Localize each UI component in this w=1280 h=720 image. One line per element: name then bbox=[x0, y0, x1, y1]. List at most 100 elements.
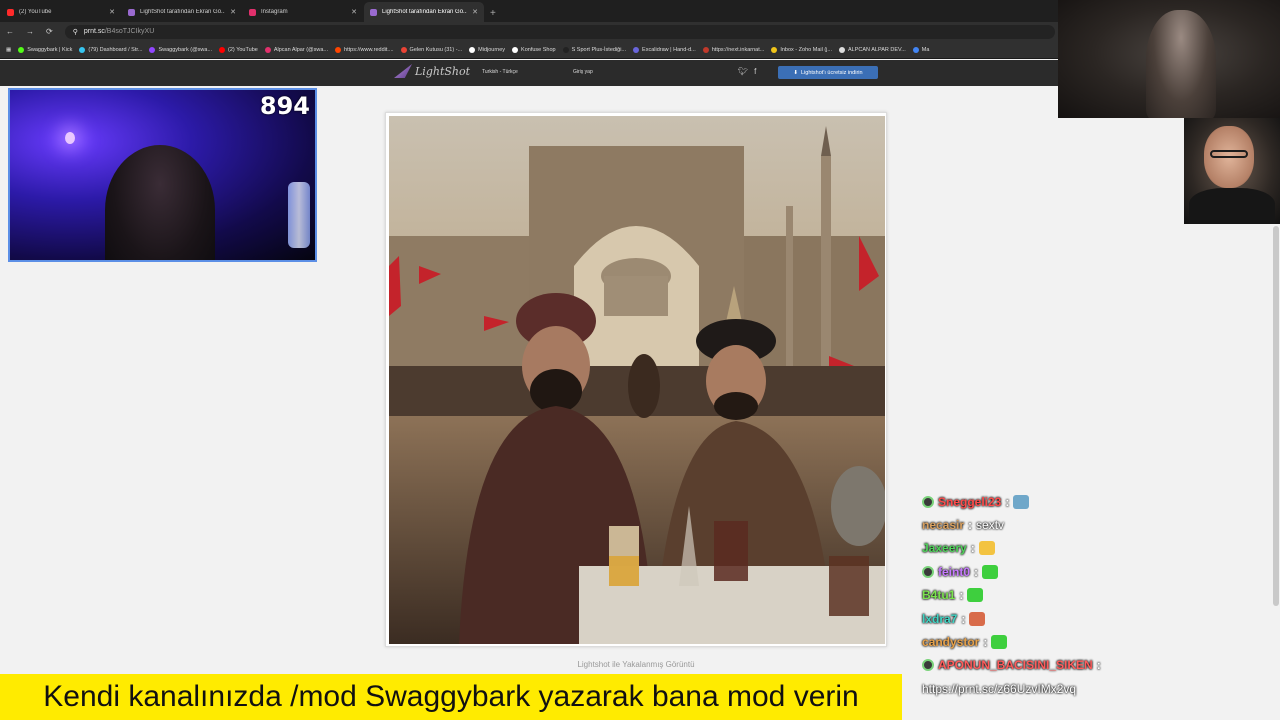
chat-emote-icon bbox=[1013, 494, 1030, 509]
chat-separator: : bbox=[970, 541, 975, 556]
tab-close-icon[interactable]: ✕ bbox=[230, 8, 236, 16]
browser-tab[interactable]: LightShot tarafından Ekran Gö... ✕ bbox=[122, 2, 242, 22]
bookmark-item[interactable]: https://next.inkarnat... bbox=[702, 46, 765, 53]
chat-emote-icon bbox=[978, 541, 995, 556]
chat-username: Jaxeery bbox=[922, 541, 967, 556]
chat-username: APONUN_BACISINI_SIKEN bbox=[938, 658, 1093, 673]
browser-tab[interactable]: LightShot tarafından Ekran Gö... ✕ bbox=[364, 2, 484, 22]
chat-separator: : bbox=[974, 564, 979, 579]
bookmark-item[interactable]: Excalidraw | Hand-d... bbox=[633, 46, 696, 53]
facecam-glasses bbox=[1210, 150, 1248, 158]
chat-message: Jaxeery: bbox=[922, 537, 1112, 560]
browser-tab[interactable]: (2) YouTube ✕ bbox=[1, 2, 121, 22]
bookmark-item[interactable]: Swaggybark (@swa... bbox=[149, 46, 213, 53]
chat-badge-icon bbox=[922, 659, 934, 672]
bookmark-favicon-icon bbox=[469, 46, 476, 53]
bookmark-label: Swaggybark (@swa... bbox=[158, 46, 213, 53]
bookmark-favicon-icon bbox=[400, 46, 407, 53]
chat-separator: : bbox=[983, 635, 988, 650]
chat-username: feint0 bbox=[938, 564, 971, 579]
streamer-figure bbox=[105, 145, 215, 260]
chat-message: necasir: sextv bbox=[922, 513, 1112, 536]
address-toolbar: ← → ⟳ ⚲ prnt.sc/B4soTJCIkyXU bbox=[0, 22, 1058, 41]
bookmark-item[interactable]: ALPCAN ALPAR DEV... bbox=[839, 46, 906, 53]
language-select[interactable]: Turkish - Türkçe bbox=[482, 69, 518, 75]
bookmark-label: Gelen Kutusu (31) -... bbox=[409, 46, 463, 53]
chat-separator: : bbox=[1096, 658, 1101, 673]
bookmark-favicon-icon bbox=[335, 46, 342, 53]
bookmark-item[interactable]: (79) Dashboard / Str... bbox=[79, 46, 143, 53]
bookmark-item[interactable]: (2) YouTube bbox=[219, 46, 258, 53]
chat-username: Sneggeli23 bbox=[938, 494, 1002, 509]
guest-webcam-top bbox=[1058, 0, 1280, 118]
chat-separator: : bbox=[961, 611, 966, 626]
bookmark-item[interactable]: Alpcan Alpar (@swa... bbox=[264, 46, 329, 53]
facecam-right bbox=[1184, 118, 1280, 224]
new-tab-icon[interactable]: + bbox=[490, 8, 496, 19]
bookmark-item[interactable]: Gelen Kutusu (31) -... bbox=[400, 46, 463, 53]
bookmark-item[interactable]: Midjourney bbox=[469, 46, 506, 53]
chat-message: APONUN_BACISINI_SIKEN: bbox=[922, 654, 1112, 677]
reload-icon[interactable]: ⟳ bbox=[46, 27, 53, 36]
chat-emote-icon bbox=[969, 611, 986, 626]
screenshot-image[interactable] bbox=[389, 116, 885, 644]
login-link[interactable]: Giriş yap bbox=[573, 69, 593, 75]
bookmark-label: Konfuse Shop bbox=[521, 46, 556, 53]
viewer-count: 894 bbox=[259, 92, 310, 120]
browser-tab-strip: (2) YouTube ✕ LightShot tarafından Ekran G… bbox=[0, 0, 1058, 22]
guest-figure bbox=[1146, 10, 1216, 118]
bookmark-favicon-icon bbox=[79, 46, 86, 53]
bookmark-label: ALPCAN ALPAR DEV... bbox=[848, 46, 906, 53]
tab-title: Instagram bbox=[261, 9, 288, 15]
chat-overlay: Sneggeli23: necasir: sextv Jaxeery: feint0: B… bbox=[922, 490, 1112, 701]
url-path: /B4soTJCIkyXU bbox=[104, 28, 155, 35]
chat-separator: : bbox=[1005, 494, 1010, 509]
bookmark-item[interactable]: Ma bbox=[912, 46, 929, 53]
bookmark-label: (79) Dashboard / Str... bbox=[88, 46, 143, 53]
tab-favicon-icon bbox=[249, 8, 256, 16]
bookmark-item[interactable]: Konfuse Shop bbox=[512, 46, 556, 53]
chat-text: https://prnt.sc/z66UzvIMx2vq bbox=[922, 681, 1077, 696]
address-bar[interactable]: ⚲ prnt.sc/B4soTJCIkyXU bbox=[64, 24, 1055, 39]
page-scrollbar-thumb[interactable] bbox=[1273, 226, 1279, 606]
bookmark-item[interactable]: Inbox - Zoho Mail (j... bbox=[771, 46, 832, 53]
bookmark-label: S Sport Plus-İstediği... bbox=[571, 46, 627, 53]
facebook-icon[interactable]: f bbox=[754, 67, 756, 76]
chat-message: candystor: bbox=[922, 630, 1112, 653]
tab-close-icon[interactable]: ✕ bbox=[472, 8, 478, 16]
bookmarks-bar: ▦ Swaggybark | Kick (79) Dashboard / Str.… bbox=[0, 41, 1058, 59]
bookmark-label: Alpcan Alpar (@swa... bbox=[273, 46, 329, 53]
mod-request-banner: Kendi kanalınızda /mod Swaggybark yazara… bbox=[0, 674, 902, 720]
lightshot-logo[interactable]: LightShot bbox=[394, 64, 470, 78]
site-info-icon[interactable]: ⚲ bbox=[73, 28, 78, 36]
bookmark-label: Inbox - Zoho Mail (j... bbox=[780, 46, 832, 53]
bookmark-item[interactable]: S Sport Plus-İstediği... bbox=[562, 46, 627, 53]
bookmark-item[interactable]: https://www.reddit.... bbox=[335, 46, 394, 53]
bookmark-label: https://next.inkarnat... bbox=[711, 46, 765, 53]
download-button[interactable]: ⬇ Lightshot'ı ücretsiz indirin bbox=[778, 66, 878, 79]
chat-username: necasir bbox=[922, 518, 965, 533]
chat-message: https://prnt.sc/z66UzvIMx2vq bbox=[922, 677, 1112, 700]
browser-tab[interactable]: Instagram ✕ bbox=[243, 2, 363, 22]
tab-title: LightShot tarafından Ekran Gö... bbox=[382, 9, 468, 15]
tab-favicon-icon bbox=[7, 8, 14, 16]
chat-separator: : bbox=[959, 588, 964, 603]
bookmark-label: Excalidraw | Hand-d... bbox=[642, 46, 696, 53]
forward-icon[interactable]: → bbox=[26, 27, 34, 36]
twitter-icon[interactable]: 🐦︎ bbox=[738, 67, 748, 76]
chat-username: B4tu1 bbox=[922, 588, 956, 603]
tab-favicon-icon bbox=[370, 8, 377, 16]
tab-close-icon[interactable]: ✕ bbox=[351, 8, 357, 16]
tab-close-icon[interactable]: ✕ bbox=[109, 8, 115, 16]
back-icon[interactable]: ← bbox=[6, 27, 14, 36]
screenshot-caption: Lightshot ile Yakalanmış Görüntü bbox=[577, 660, 695, 669]
bookmark-item[interactable]: Swaggybark | Kick bbox=[18, 46, 72, 53]
bookmark-favicon-icon bbox=[912, 46, 919, 53]
bookmark-label: Midjourney bbox=[478, 46, 506, 53]
chat-message: lxdra7: bbox=[922, 607, 1112, 630]
apps-grid-icon[interactable]: ▦ bbox=[6, 47, 11, 53]
bookmark-favicon-icon bbox=[149, 46, 156, 53]
streamer-webcam: 894 bbox=[8, 88, 317, 262]
url-host: prnt.sc bbox=[83, 28, 105, 35]
chat-text: sextv bbox=[976, 518, 1005, 533]
